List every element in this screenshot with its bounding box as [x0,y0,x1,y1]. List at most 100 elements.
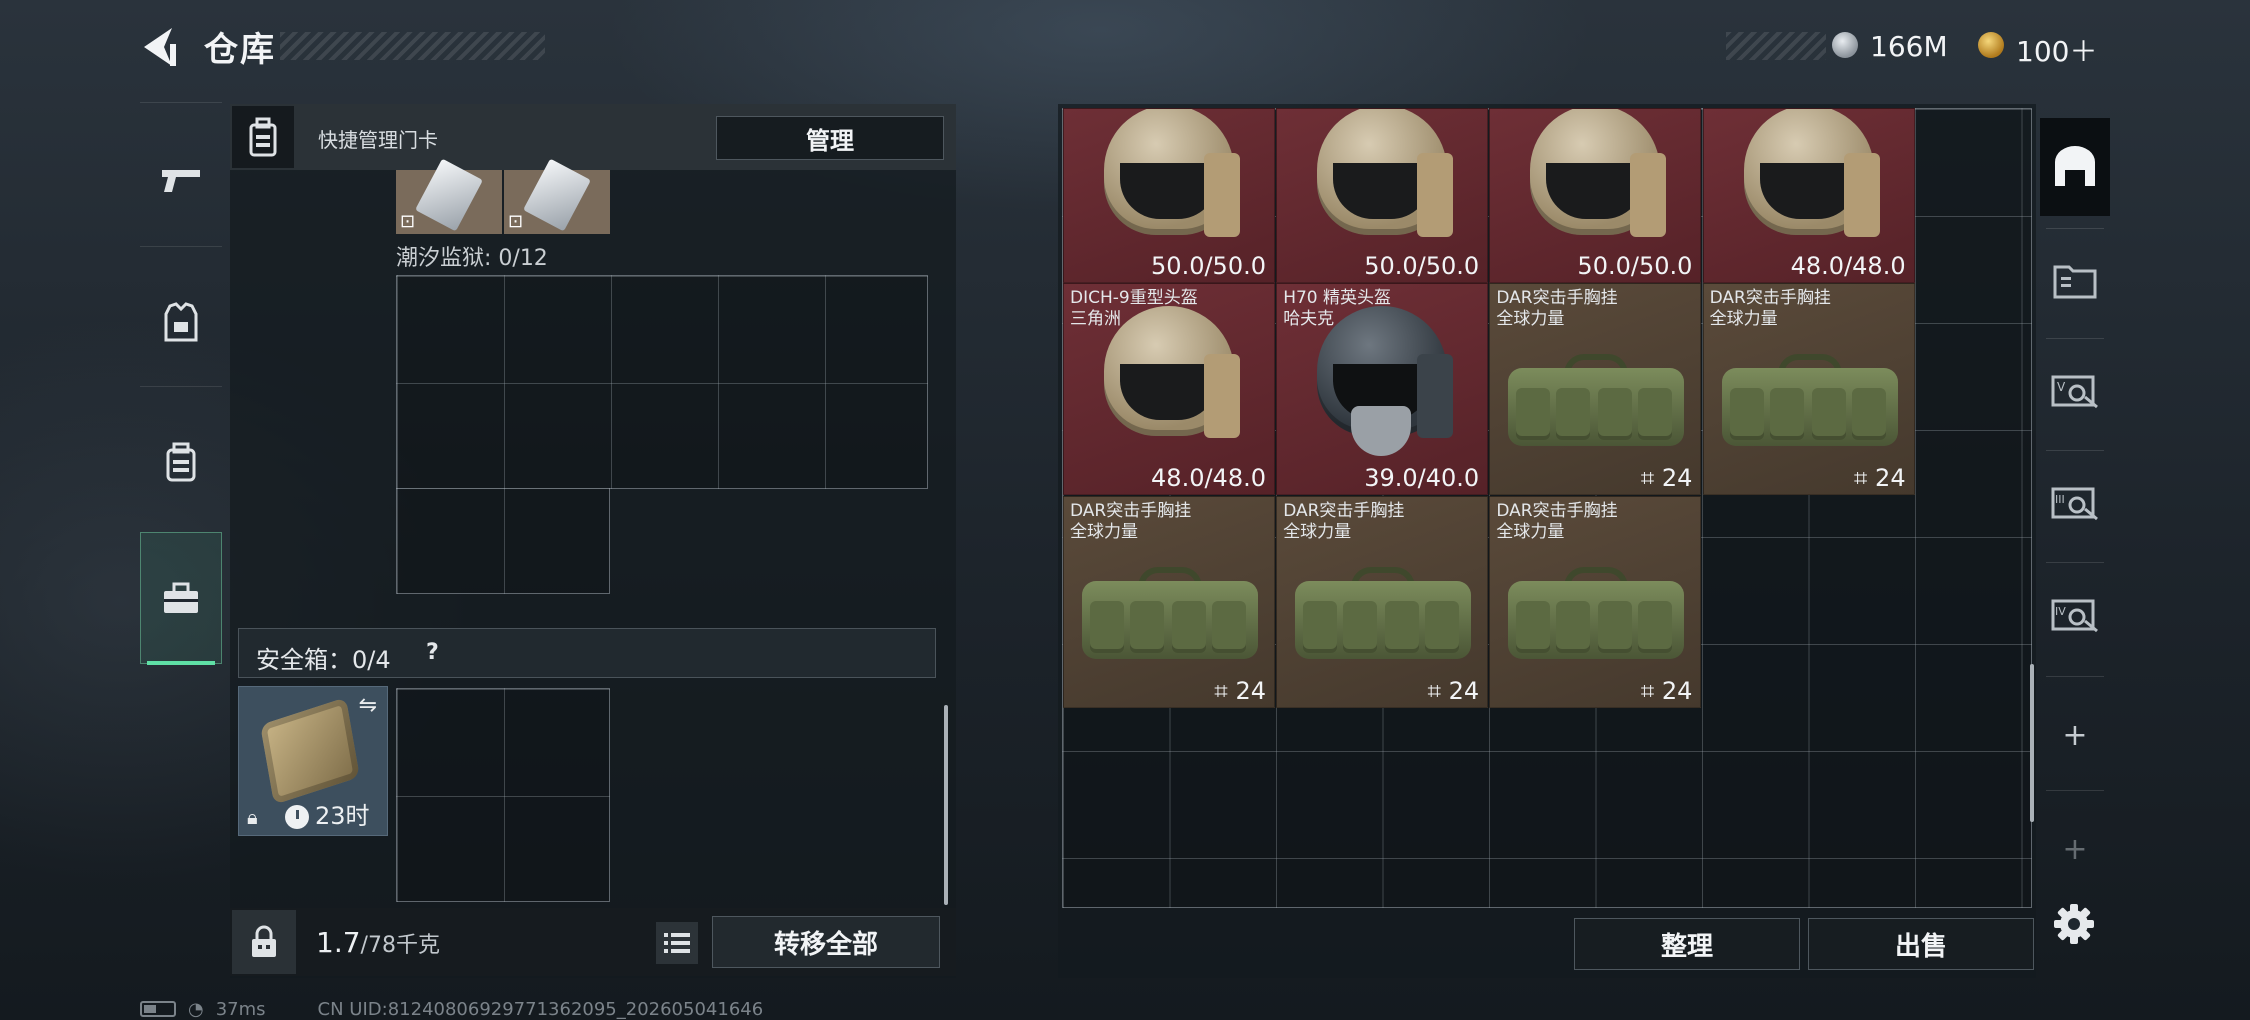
helmet-side-plate [1204,153,1240,237]
title-decoration [280,32,545,60]
silver-currency-value: 166M [1870,30,1948,63]
item-name: DICH-9重型头盔 三角洲 [1070,288,1198,330]
chest-rig-pouch [1729,388,1764,440]
status-line: ◔ 37ms CN UID:81240806929771362095_20260… [140,998,763,1020]
tab-backpack[interactable] [140,396,222,528]
tab-weapons[interactable] [140,114,222,246]
tab-stash-2[interactable] [2040,230,2110,328]
capacity-indicator: ⌗ 24 [1641,464,1693,492]
tab-stash-5[interactable]: IV [2040,564,2110,662]
chest-rig-pouch [1130,601,1164,653]
tab-divider [2046,790,2104,791]
list-view-icon[interactable] [656,922,698,964]
manage-button[interactable]: 管理 [716,116,944,160]
keycard-grid[interactable] [396,275,928,489]
chest-rig-icon [1721,354,1898,450]
back-arrow-icon[interactable] [136,24,178,70]
stash-item[interactable]: 48.0/48.0 [1702,108,1915,283]
tab-divider [140,246,222,247]
gear-icon[interactable] [2052,902,2096,946]
stash-item[interactable]: 50.0/50.0 [1489,108,1702,283]
scrollbar[interactable] [944,705,948,905]
tab-divider [2046,338,2104,339]
keycard-slot[interactable]: ⊡ [396,158,502,234]
add-stash-icon: + [2062,717,2088,753]
item-faction: 全球力量 [1496,522,1565,542]
stash-item[interactable]: DAR突击手胸挂 全球力量 ⌗ 24 [1276,496,1489,708]
add-stash-button[interactable]: + [2040,800,2110,898]
chest-rig-pouch [1638,601,1673,653]
helmet-icon [1530,109,1667,245]
capacity-indicator: ⌗ 24 [1427,677,1479,705]
chest-rig-pouch [1556,388,1591,440]
stash-item[interactable]: DAR突击手胸挂 全球力量 ⌗ 24 [1489,496,1702,708]
chest-rig-pouch [1638,388,1673,440]
sell-button[interactable]: 出售 [1808,918,2034,970]
durability-value: 50.0/50.0 [1577,252,1693,280]
chest-rig-pouch [1090,601,1124,653]
tab-stash-3[interactable]: V [2040,340,2110,438]
weight-indicator: 1.7/78千克 [316,926,440,959]
lock-icon[interactable] [232,910,296,974]
item-title: DAR突击手胸挂 [1709,288,1831,308]
tab-loadout[interactable] [140,532,222,665]
clock-icon [285,805,309,829]
chest-rig-pouch [1851,388,1886,440]
chest-rig-pouch [1343,601,1378,653]
stash-item[interactable]: DAR突击手胸挂 全球力量 ⌗ 24 [1702,283,1915,495]
safe-case-slot[interactable]: ⇋ 🔒︎ 23时 [238,686,388,836]
help-icon[interactable]: ? [426,640,439,665]
gold-currency-value[interactable]: 100＋ [2016,30,2097,70]
swap-icon[interactable]: ⇋ [359,693,377,718]
toolbox-icon [164,582,198,613]
helmet-side-plate [1204,354,1240,438]
transfer-all-button[interactable]: 转移全部 [712,916,940,968]
stash-item[interactable]: DAR突击手胸挂 全球力量 ⌗ 24 [1063,496,1275,708]
tab-stash-main[interactable] [2040,118,2110,216]
tab-divider [2046,450,2104,451]
stash-v-icon: V [2051,375,2098,409]
stash-item[interactable]: DAR突击手胸挂 全球力量 ⌗ 24 [1489,283,1702,495]
item-title: DICH-9重型头盔 [1070,288,1198,308]
helmet-icon [1743,109,1880,245]
svg-text:V: V [2057,380,2066,394]
weight-value: 1.7 [316,926,361,959]
lock-icon: 🔒︎ [247,805,258,829]
stash-item[interactable]: 50.0/50.0 [1063,108,1275,283]
item-name: DAR突击手胸挂 全球力量 [1283,501,1404,543]
chest-rig-icon [1508,354,1685,450]
helmet-side-plate [1417,153,1454,237]
case-time-remaining: 23时 [315,802,370,830]
tab-armor[interactable] [140,256,222,388]
scrollbar[interactable] [2030,664,2034,822]
durability-value: 48.0/48.0 [1151,464,1266,492]
svg-text:III: III [2055,493,2065,506]
chest-rig-pouch [1598,388,1633,440]
card-badge-icon: ⊡ [400,211,416,232]
stash-item[interactable]: H70 精英头盔 哈夫克 39.0/40.0 [1276,283,1489,495]
keycard-holder-icon [232,106,294,168]
gold-coin-icon[interactable] [1978,32,2004,58]
stash-folder-icon [2053,265,2097,299]
keycard-grid-extension[interactable] [396,488,610,594]
item-title: DAR突击手胸挂 [1496,288,1618,308]
capacity-value: 24 [1661,677,1693,705]
ping-value: 37ms [215,998,266,1020]
item-faction: 全球力量 [1709,309,1778,329]
chest-rig-pouch [1769,388,1804,440]
item-title: DAR突击手胸挂 [1496,501,1618,521]
stash-item[interactable]: 50.0/50.0 [1276,108,1489,283]
stash-item[interactable]: DICH-9重型头盔 三角洲 48.0/48.0 [1063,283,1275,495]
sort-button[interactable]: 整理 [1574,918,1800,970]
safe-box-grid[interactable] [396,688,610,902]
tab-divider [140,386,222,387]
chest-rig-pouch [1303,601,1338,653]
prison-keycard-count: 潮汐监狱: 0/12 [396,246,548,271]
tab-stash-4[interactable]: III [2040,452,2110,550]
add-stash-button[interactable]: + [2040,686,2110,784]
keycard-slot[interactable]: ⊡ [504,158,610,234]
item-title: DAR突击手胸挂 [1070,501,1192,521]
chest-rig-pouch [1516,388,1551,440]
durability-value: 50.0/50.0 [1151,252,1266,280]
secure-case-icon [260,697,360,805]
